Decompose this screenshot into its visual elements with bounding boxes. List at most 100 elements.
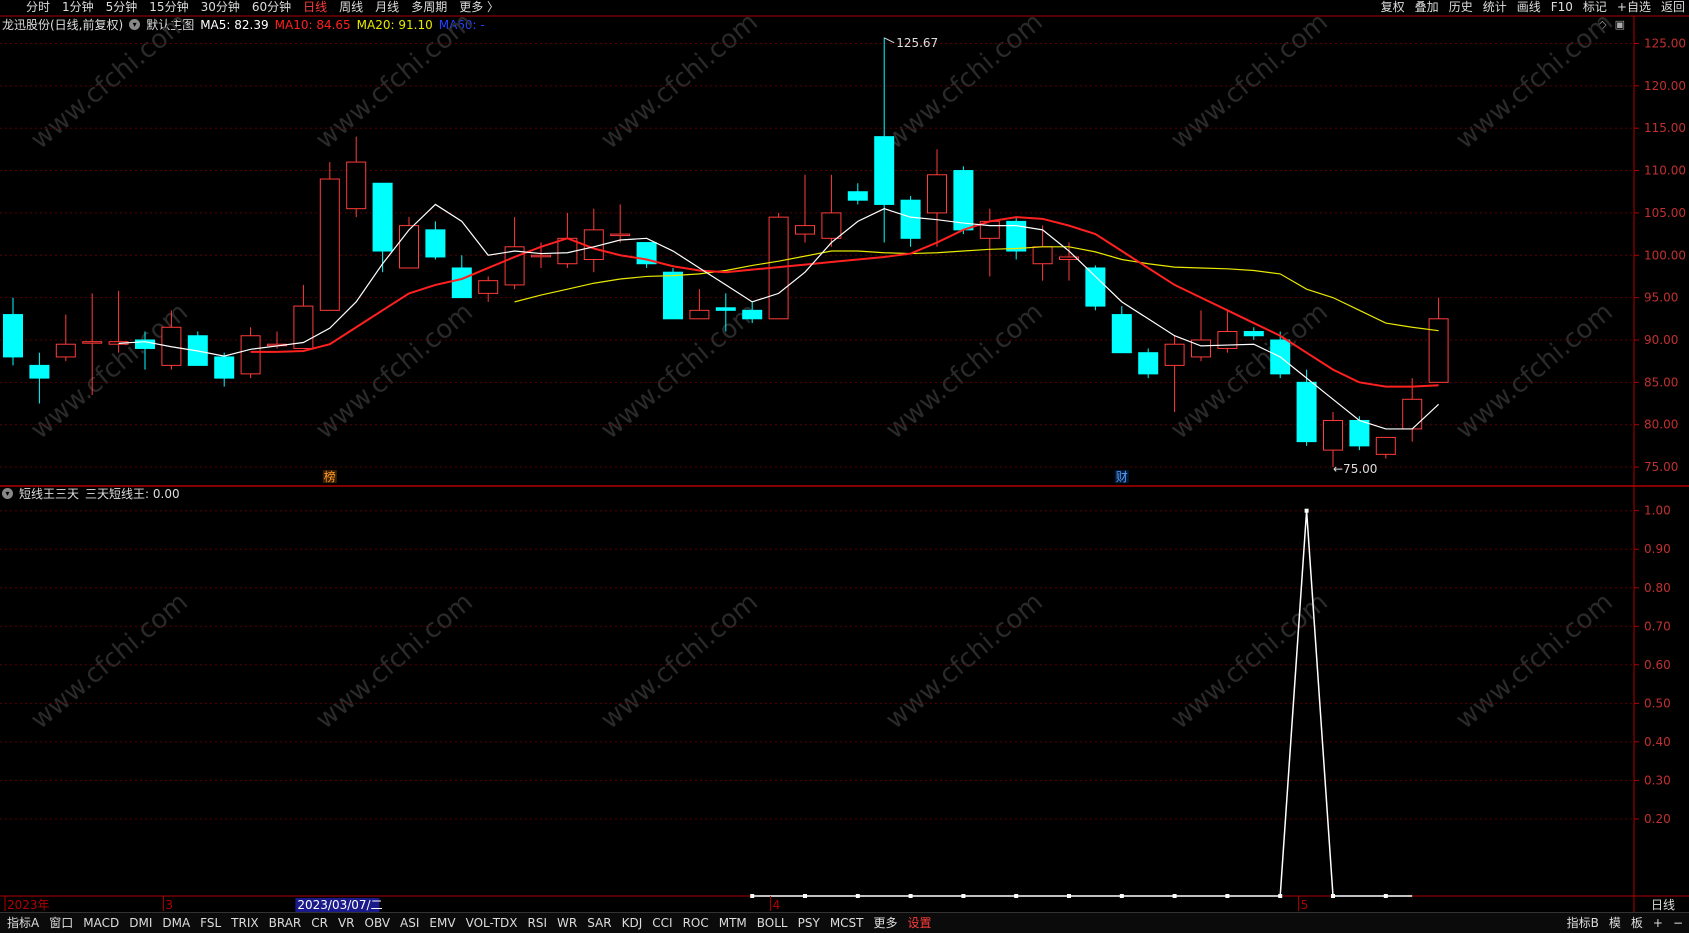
indicator-tab-4[interactable]: DMA	[157, 915, 195, 931]
watermark-text: www.cfchi.com	[310, 587, 479, 735]
indicator-tab-13[interactable]: VOL-TDX	[461, 915, 523, 931]
indicator-tab-16[interactable]: SAR	[582, 915, 616, 931]
watermark-text: www.cfchi.com	[310, 297, 479, 445]
indicator-tab-22[interactable]: PSY	[793, 915, 825, 931]
candle-body	[1428, 318, 1449, 383]
main-y-tick-label: 125.00	[1644, 36, 1686, 50]
candle-body	[874, 136, 895, 205]
main-y-tick-label: 115.00	[1644, 121, 1686, 135]
candle-body	[927, 174, 947, 214]
indicator-tab-23[interactable]: MCST	[825, 915, 869, 931]
candle-body	[3, 314, 23, 358]
sub-y-tick-label: 0.40	[1644, 735, 1671, 749]
indicator-tab-0[interactable]: 指标A	[2, 915, 44, 931]
candle-body	[821, 212, 842, 239]
candle-body	[240, 335, 261, 375]
indicator-tab-18[interactable]: CCI	[647, 915, 677, 931]
bottom-control-2[interactable]: 板	[1631, 915, 1643, 931]
indicator-tab-8[interactable]: CR	[306, 915, 333, 931]
candle-body	[531, 254, 551, 258]
watermark-text: www.cfchi.com	[1450, 587, 1619, 735]
candle-body	[372, 182, 393, 252]
candle-body	[795, 225, 815, 235]
main-y-tick-label: 105.00	[1644, 206, 1686, 220]
indicator-tab-19[interactable]: ROC	[678, 915, 714, 931]
candle-body	[742, 309, 763, 320]
indicator-tab-3[interactable]: DMI	[124, 915, 157, 931]
short-term-king-point	[1278, 894, 1283, 898]
sub-y-tick-label: 0.90	[1644, 542, 1671, 556]
candle-body	[82, 341, 103, 344]
indicator-tab-7[interactable]: BRAR	[264, 915, 307, 931]
candle-body	[451, 267, 472, 299]
candle-body	[953, 170, 974, 231]
short-term-king-point	[1304, 508, 1309, 513]
watermark-text: www.cfchi.com	[1450, 7, 1619, 155]
candle-body	[214, 356, 235, 379]
x-axis-label: 3	[165, 898, 173, 912]
indicator-tab-2[interactable]: MACD	[78, 915, 124, 931]
candle-body	[399, 225, 419, 269]
sub-y-tick-label: 0.80	[1644, 581, 1671, 595]
candle-body	[425, 229, 446, 258]
x-axis-label: 4	[773, 898, 781, 912]
short-term-king-point	[961, 894, 966, 898]
watermark-text: www.cfchi.com	[880, 7, 1049, 155]
short-term-king-point	[1014, 894, 1019, 898]
indicator-tab-10[interactable]: OBV	[360, 915, 396, 931]
indicator-tab-11[interactable]: ASI	[395, 915, 424, 931]
indicator-tab-24[interactable]: 更多	[869, 915, 903, 931]
candle-body	[610, 233, 631, 237]
watermark-text: www.cfchi.com	[880, 297, 1049, 445]
short-term-king-point	[1172, 894, 1177, 898]
sub-y-tick-label: 0.70	[1644, 619, 1671, 633]
indicator-tab-17[interactable]: KDJ	[617, 915, 648, 931]
candle-body	[847, 191, 868, 201]
short-term-king-point	[855, 894, 860, 898]
candle-body	[715, 307, 736, 311]
indicator-tab-15[interactable]: WR	[552, 915, 582, 931]
short-term-king-point	[1119, 894, 1124, 898]
main-y-tick-label: 80.00	[1644, 418, 1678, 432]
candle-body	[55, 343, 76, 358]
indicator-tab-21[interactable]: BOLL	[752, 915, 793, 931]
watermark-text: www.cfchi.com	[595, 297, 764, 445]
short-term-king-point	[1383, 894, 1388, 898]
indicator-tab-1[interactable]: 窗口	[44, 915, 78, 931]
short-term-king-point	[1331, 894, 1335, 898]
x-axis-label: 5	[1301, 898, 1309, 912]
sub-y-tick-label: 0.20	[1644, 812, 1671, 826]
stock-chart[interactable]: www.cfchi.com www.cfchi.com www.cfchi.com w…	[0, 0, 1689, 912]
main-y-tick-label: 75.00	[1644, 460, 1678, 474]
bottom-control-1[interactable]: 模	[1609, 915, 1621, 931]
indicator-tab-5[interactable]: FSL	[195, 915, 226, 931]
watermark-text: www.cfchi.com	[1450, 297, 1619, 445]
sub-y-tick-label: 1.00	[1644, 504, 1671, 518]
bottom-control-0[interactable]: 指标B	[1567, 915, 1599, 931]
candle-body	[900, 199, 921, 239]
indicator-tab-6[interactable]: TRIX	[226, 915, 263, 931]
indicator-tab-14[interactable]: RSI	[523, 915, 553, 931]
candle-body	[29, 364, 50, 379]
indicator-tab-9[interactable]: VR	[333, 915, 360, 931]
main-y-tick-label: 100.00	[1644, 248, 1686, 262]
main-y-tick-label: 90.00	[1644, 333, 1678, 347]
event-marker: 榜	[324, 469, 336, 484]
main-y-tick-label: 95.00	[1644, 291, 1678, 305]
candle-body	[1111, 314, 1132, 354]
bottom-control-4[interactable]: −	[1673, 915, 1683, 931]
bottom-bar: 指标A 窗口 MACD DMI DMA FSL TRIX BRAR CR VR OBV ASI EMV V…	[0, 912, 1689, 933]
candle-body	[663, 271, 683, 320]
indicator-tab-20[interactable]: MTM	[714, 915, 752, 931]
watermark-text: www.cfchi.com	[25, 587, 194, 735]
indicator-tab-12[interactable]: EMV	[424, 915, 460, 931]
bottom-control-3[interactable]: +	[1653, 915, 1663, 931]
high-label: 125.67	[896, 36, 938, 50]
short-term-king-point	[803, 894, 807, 898]
watermark-text: www.cfchi.com	[1165, 7, 1334, 155]
bottom-right-controls: 指标B 模板 + −	[1567, 915, 1683, 931]
indicator-tab-25[interactable]: 设置	[903, 915, 937, 931]
main-y-tick-label: 85.00	[1644, 375, 1678, 389]
date-cursor-label: 2023/03/07/二	[297, 898, 382, 912]
event-marker: 财	[1116, 470, 1128, 484]
